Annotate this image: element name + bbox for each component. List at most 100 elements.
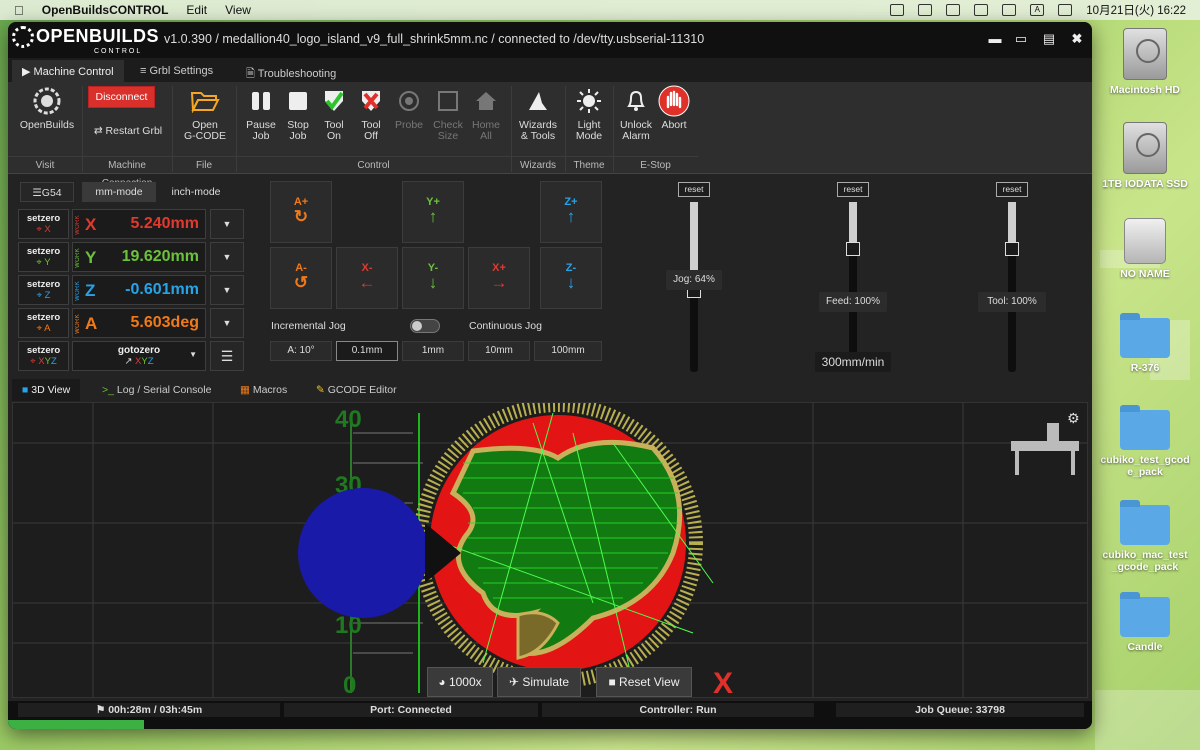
desktop-icon-candle[interactable]: Candle <box>1095 592 1195 653</box>
step-a-10deg-button[interactable]: A: 10° <box>270 341 332 361</box>
light-mode-button[interactable]: Light Mode <box>569 86 609 142</box>
jog-x-plus-button[interactable]: X+ → <box>468 247 530 309</box>
tab-machine-control[interactable]: ▶ Machine Control <box>12 60 124 82</box>
tool-off-button[interactable]: Tool Off <box>354 86 388 142</box>
apple-icon[interactable]:  <box>14 3 24 18</box>
sim-speed-button[interactable]: ◕ 1000x <box>427 667 493 697</box>
job-queue-status: Job Queue: 33798 <box>836 703 1084 717</box>
step-100mm-button[interactable]: 100mm <box>534 341 602 361</box>
step-1mm-button[interactable]: 1mm <box>402 341 464 361</box>
jog-z-minus-button[interactable]: Z- ↓ <box>540 247 602 309</box>
jog-a-minus-button[interactable]: A- ↺ <box>270 247 332 309</box>
close-button[interactable]: ✖ <box>1070 32 1084 46</box>
x-dropdown-button[interactable]: ▼ <box>210 209 244 239</box>
setzero-xyz-button[interactable]: setzero ⌖ XYZ <box>18 341 69 371</box>
tab-macros[interactable]: ▦ Macros <box>230 379 297 401</box>
desktop-icon-macintosh-hd[interactable]: Macintosh HD <box>1095 28 1195 96</box>
desktop-icon-cubiko-test[interactable]: cubiko_test_gcode_pack <box>1095 405 1195 478</box>
menu-view[interactable]: View <box>225 3 251 17</box>
reset-view-button[interactable]: ■ Reset View <box>596 667 692 697</box>
jog-x-minus-button[interactable]: X- ← <box>336 247 398 309</box>
desktop-icon-iodata-ssd[interactable]: 1TB IODATA SSD <box>1095 122 1195 190</box>
dro-row-a: setzero ⌖ A WORK A 5.603deg ▼ <box>18 308 248 338</box>
wifi-icon[interactable] <box>1002 4 1017 16</box>
feed-reset-button[interactable]: reset <box>837 182 869 197</box>
setzero-x-button[interactable]: setzero ⌖ X <box>18 209 69 239</box>
desktop-icon-label: NO NAME <box>1120 268 1170 280</box>
step-0-1mm-button[interactable]: 0.1mm <box>336 341 398 361</box>
monitor-icon[interactable]: ▤ <box>1042 32 1056 46</box>
arrow-down-icon: ↓ <box>566 273 576 292</box>
wizards-tools-button[interactable]: Wizards & Tools <box>516 86 560 142</box>
external-drive-icon <box>1124 218 1166 264</box>
feed-rate-value: 300mm/min <box>815 352 891 372</box>
jog-mode-toggle[interactable] <box>410 319 440 333</box>
slider-thumb[interactable] <box>1005 242 1019 256</box>
probe-button[interactable]: Probe <box>392 86 426 131</box>
z-dropdown-button[interactable]: ▼ <box>210 275 244 305</box>
jog-speed-slider[interactable]: reset Jog: 64% <box>644 182 744 372</box>
tab-grbl-settings[interactable]: ≡ Grbl Settings <box>130 60 223 82</box>
step-10mm-button[interactable]: 10mm <box>468 341 530 361</box>
battery-icon[interactable] <box>974 4 989 16</box>
input-source-indicator[interactable]: A <box>1030 4 1045 16</box>
restart-grbl-button[interactable]: ⇄ Restart Grbl <box>88 126 168 137</box>
menu-edit[interactable]: Edit <box>186 3 207 17</box>
mm-mode-tab[interactable]: mm-mode <box>82 182 156 202</box>
tab-gcode-editor[interactable]: ✎ GCODE Editor <box>306 379 407 401</box>
jog-a-plus-button[interactable]: A+ ↻ <box>270 181 332 243</box>
wcs-g54-button[interactable]: ☰G54 <box>20 182 74 202</box>
pause-job-button[interactable]: Pause Job <box>243 86 279 142</box>
toolpath-render[interactable]: 40 30 20 10 0 <box>13 403 1088 698</box>
abort-button[interactable]: Abort <box>656 85 692 131</box>
setzero-a-button[interactable]: setzero ⌖ A <box>18 308 69 338</box>
y-dropdown-button[interactable]: ▼ <box>210 242 244 272</box>
setzero-y-button[interactable]: setzero ⌖ Y <box>18 242 69 272</box>
settings-gear-icon: ⚙ <box>1067 411 1080 427</box>
home-icon <box>476 92 496 110</box>
cube-icon: ■ <box>22 384 32 396</box>
control-center-icon[interactable] <box>1058 4 1073 16</box>
tab-troubleshooting[interactable]: 🗎 Troubleshooting <box>236 60 346 82</box>
disconnect-button[interactable]: Disconnect <box>88 86 155 108</box>
a-dropdown-button[interactable]: ▼ <box>210 308 244 338</box>
check-size-button[interactable]: Check Size <box>430 86 466 142</box>
menubar-app-name[interactable]: OpenBuildsCONTROL <box>42 3 169 17</box>
inch-mode-tab[interactable]: inch-mode <box>156 182 236 202</box>
simulate-button[interactable]: ✈ Simulate <box>497 667 581 697</box>
tool-reset-button[interactable]: reset <box>996 182 1028 197</box>
chart-icon: ↗ <box>124 356 136 367</box>
feed-override-slider[interactable]: reset Feed: 100% 300mm/min <box>803 182 903 372</box>
jog-y-plus-button[interactable]: Y+ ↑ <box>402 181 464 243</box>
3d-viewport[interactable]: 40 30 20 10 0 <box>12 402 1088 698</box>
stack-icon-button[interactable]: ☰ <box>210 341 244 371</box>
title-bar[interactable]: OPENBUILDS CONTROL v1.0.390 / medallion4… <box>8 22 1092 58</box>
tool-on-button[interactable]: Tool On <box>317 86 351 142</box>
desktop-icon-cubiko-mac[interactable]: cubiko_mac_test_gcode_pack <box>1095 500 1195 573</box>
home-all-button[interactable]: Home All <box>468 86 504 142</box>
tab-3d-view[interactable]: ■ 3D View <box>12 379 81 401</box>
openbuilds-button[interactable]: OpenBuilds <box>16 86 78 131</box>
jog-y-minus-button[interactable]: Y- ↓ <box>402 247 464 309</box>
volume-icon[interactable] <box>946 4 961 16</box>
slider-thumb[interactable] <box>846 242 860 256</box>
jog-z-plus-button[interactable]: Z+ ↑ <box>540 181 602 243</box>
desktop-icon-label: Candle <box>1127 641 1163 653</box>
open-gcode-button[interactable]: Open G-CODE <box>180 86 230 142</box>
setzero-z-button[interactable]: setzero ⌖ Z <box>18 275 69 305</box>
tool-override-slider[interactable]: reset Tool: 100% <box>962 182 1062 372</box>
unlock-alarm-button[interactable]: Unlock Alarm <box>618 86 654 142</box>
tool-on-icon <box>325 91 344 111</box>
stop-job-button[interactable]: Stop Job <box>281 86 315 142</box>
restore-button[interactable]: ▭ <box>1014 32 1028 46</box>
gotozero-button[interactable]: gotozero ↗ XYZ ▼ <box>72 341 206 371</box>
desktop-icon-r376[interactable]: R-376 <box>1095 313 1195 374</box>
tab-log-serial-console[interactable]: >_ Log / Serial Console <box>92 379 221 401</box>
jog-reset-button[interactable]: reset <box>678 182 710 197</box>
status-app-icon[interactable] <box>890 4 905 16</box>
port-status: Port: Connected <box>284 703 538 717</box>
minimize-button[interactable]: ▬ <box>988 32 1002 46</box>
bluetooth-icon[interactable] <box>918 4 933 16</box>
desktop-icon-no-name[interactable]: NO NAME <box>1095 218 1195 280</box>
menubar-datetime[interactable]: 10月21日(火) 16:22 <box>1086 2 1186 18</box>
